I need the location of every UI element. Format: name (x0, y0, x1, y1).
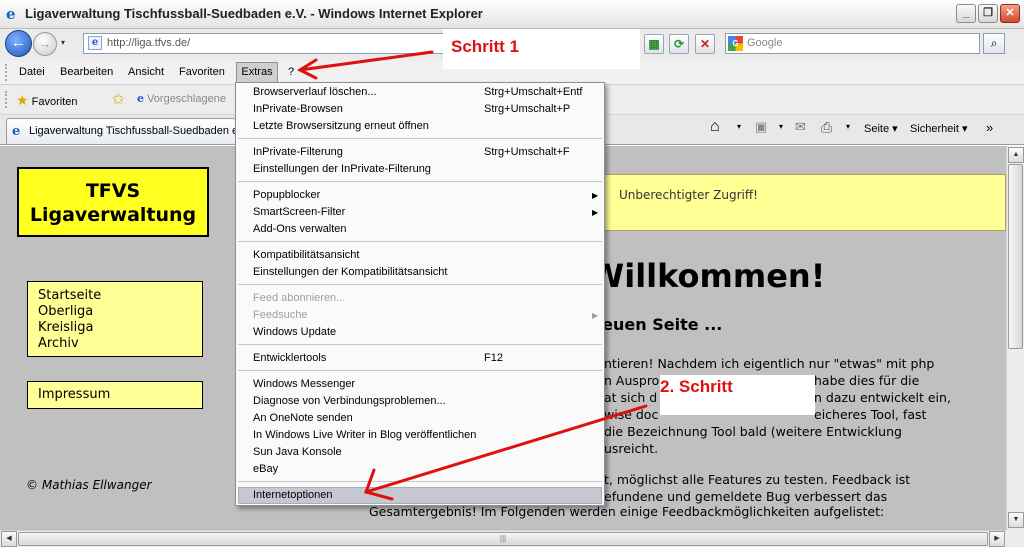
arrow-step2-line (364, 404, 648, 494)
arrow-step1-line (298, 50, 434, 72)
annotation-arrows (296, 50, 648, 501)
